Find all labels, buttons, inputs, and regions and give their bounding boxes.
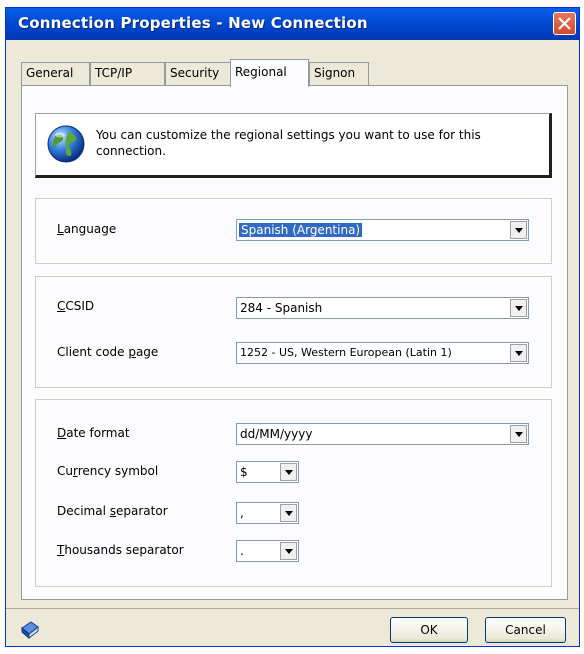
decimal-separator-label: Decimal separator [57,504,168,518]
code-page-group [35,276,552,388]
date-format-combo[interactable]: dd/MM/yyyy [236,423,529,445]
divider [6,608,579,609]
close-icon [558,17,571,30]
language-value: Spanish (Argentina) [239,223,363,237]
ccsid-select[interactable]: 284 - Spanish [236,297,529,319]
cancel-button[interactable]: Cancel [485,617,566,643]
title-bar[interactable]: Connection Properties - New Connection [6,8,579,40]
chevron-down-icon[interactable] [510,299,527,317]
globe-icon [47,125,85,163]
thousands-separator-label: Thousands separator [57,543,184,557]
client-code-page-label: Client code page [57,345,159,359]
info-text: You can customize the regional settings … [96,128,481,158]
chevron-down-icon[interactable] [510,221,527,239]
client-code-page-select[interactable]: 1252 - US, Western European (Latin 1) [236,342,529,364]
chevron-down-icon[interactable] [280,542,297,560]
language-label: Language [57,222,117,236]
tab-general[interactable]: General [21,62,90,86]
currency-symbol-value: $ [240,465,248,479]
thousands-separator-value: . [240,544,244,558]
window-title: Connection Properties - New Connection [18,14,368,32]
close-button[interactable] [553,12,576,35]
connection-properties-dialog: Connection Properties - New Connection G… [5,7,580,647]
tab-regional[interactable]: Regional [230,59,309,87]
chevron-down-icon[interactable] [510,344,527,362]
thousands-separator-combo[interactable]: . [236,540,299,562]
currency-symbol-combo[interactable]: $ [236,461,299,483]
decimal-separator-value: , [240,506,244,520]
tab-security[interactable]: Security [165,62,231,86]
ccsid-value: 284 - Spanish [240,301,323,315]
tab-tcpip[interactable]: TCP/IP [90,62,165,86]
currency-symbol-label: Currency symbol [57,464,159,478]
ok-button[interactable]: OK [390,617,468,643]
chevron-down-icon[interactable] [510,425,527,443]
ccsid-label: CCSID [57,299,95,313]
decimal-separator-combo[interactable]: , [236,502,299,524]
date-format-label: Date format [57,426,130,440]
chevron-down-icon[interactable] [280,504,297,522]
chevron-down-icon[interactable] [280,463,297,481]
info-banner: You can customize the regional settings … [35,113,552,178]
language-select[interactable]: Spanish (Argentina) [236,219,529,241]
help-book-icon[interactable] [19,619,41,641]
date-format-value: dd/MM/yyyy [240,427,313,441]
tab-signon[interactable]: Signon [309,62,369,86]
client-code-page-value: 1252 - US, Western European (Latin 1) [240,346,452,359]
